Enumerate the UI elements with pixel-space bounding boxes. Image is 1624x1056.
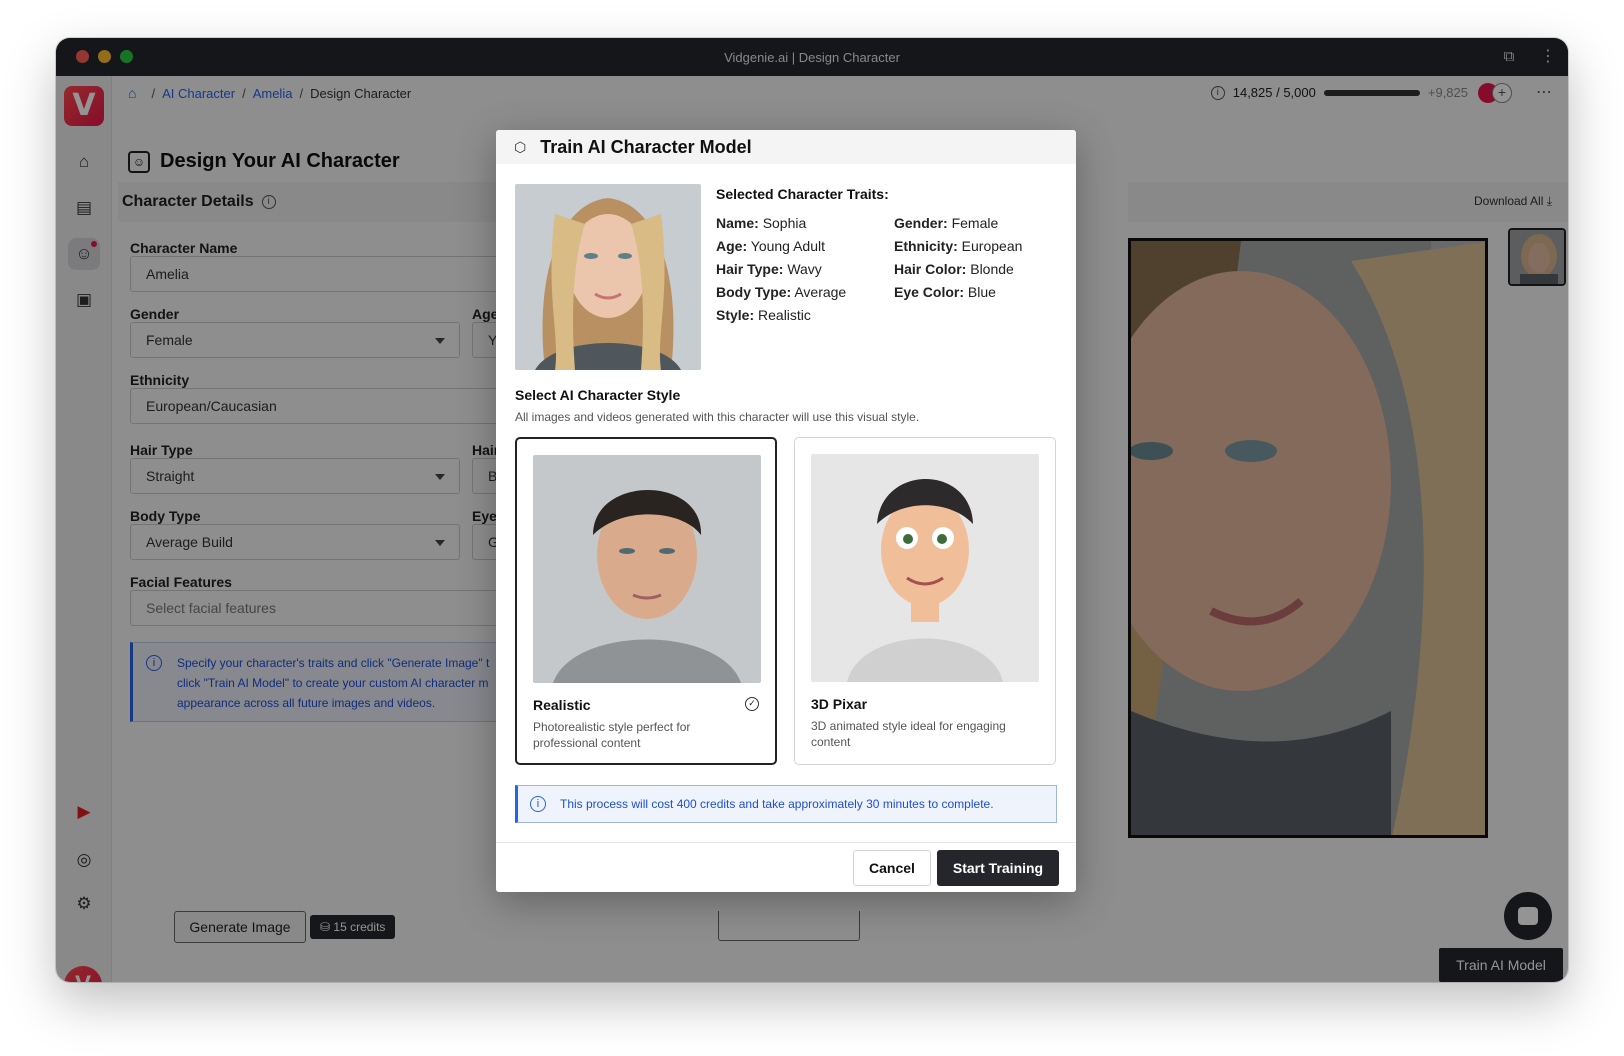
- sophia-portrait-image: [515, 184, 701, 370]
- style-name: 3D Pixar: [811, 696, 868, 712]
- cost-notice: i This process will cost 400 credits and…: [515, 785, 1057, 823]
- trait-age: Age: Young Adult: [716, 238, 825, 254]
- style-card-realistic[interactable]: Realistic ✓ Photorealistic style perfect…: [515, 437, 777, 765]
- dialog-header: ⬡ Train AI Character Model: [496, 130, 1076, 164]
- traits-title: Selected Character Traits:: [716, 186, 889, 202]
- realistic-man-portrait: [533, 455, 761, 683]
- trait-body-type: Body Type: Average: [716, 284, 847, 300]
- style-description: 3D animated style ideal for engaging con…: [811, 719, 1006, 749]
- dialog-divider: [496, 842, 1076, 843]
- trait-ethnicity: Ethnicity: European: [894, 238, 1023, 254]
- cost-notice-text: This process will cost 400 credits and t…: [560, 797, 994, 811]
- dialog-title: Train AI Character Model: [540, 136, 752, 157]
- style-description: Photorealistic style perfect for profess…: [533, 720, 691, 750]
- trait-style: Style: Realistic: [716, 307, 811, 323]
- style-card-3d-pixar[interactable]: 3D Pixar 3D animated style ideal for eng…: [794, 437, 1056, 765]
- trait-hair-type: Hair Type: Wavy: [716, 261, 822, 277]
- style-section-title: Select AI Character Style: [515, 387, 681, 403]
- style-name: Realistic: [533, 697, 591, 713]
- pixar-style-image: [811, 454, 1039, 682]
- info-icon: i: [530, 796, 546, 812]
- trait-eye-color: Eye Color: Blue: [894, 284, 996, 300]
- train-model-dialog: ⬡ Train AI Character Model Selected Char…: [496, 130, 1076, 892]
- trait-gender: Gender: Female: [894, 215, 999, 231]
- style-section-subtitle: All images and videos generated with thi…: [515, 410, 920, 424]
- character-photo: [515, 184, 701, 370]
- trait-hair-color: Hair Color: Blonde: [894, 261, 1014, 277]
- cube-icon: ⬡: [514, 138, 527, 155]
- start-training-button[interactable]: Start Training: [937, 850, 1059, 886]
- check-circle-icon: ✓: [745, 697, 759, 711]
- realistic-style-image: [533, 455, 761, 683]
- pixar-man-illustration: [811, 454, 1039, 682]
- trait-name: Name: Sophia: [716, 215, 807, 231]
- cancel-button[interactable]: Cancel: [853, 850, 931, 886]
